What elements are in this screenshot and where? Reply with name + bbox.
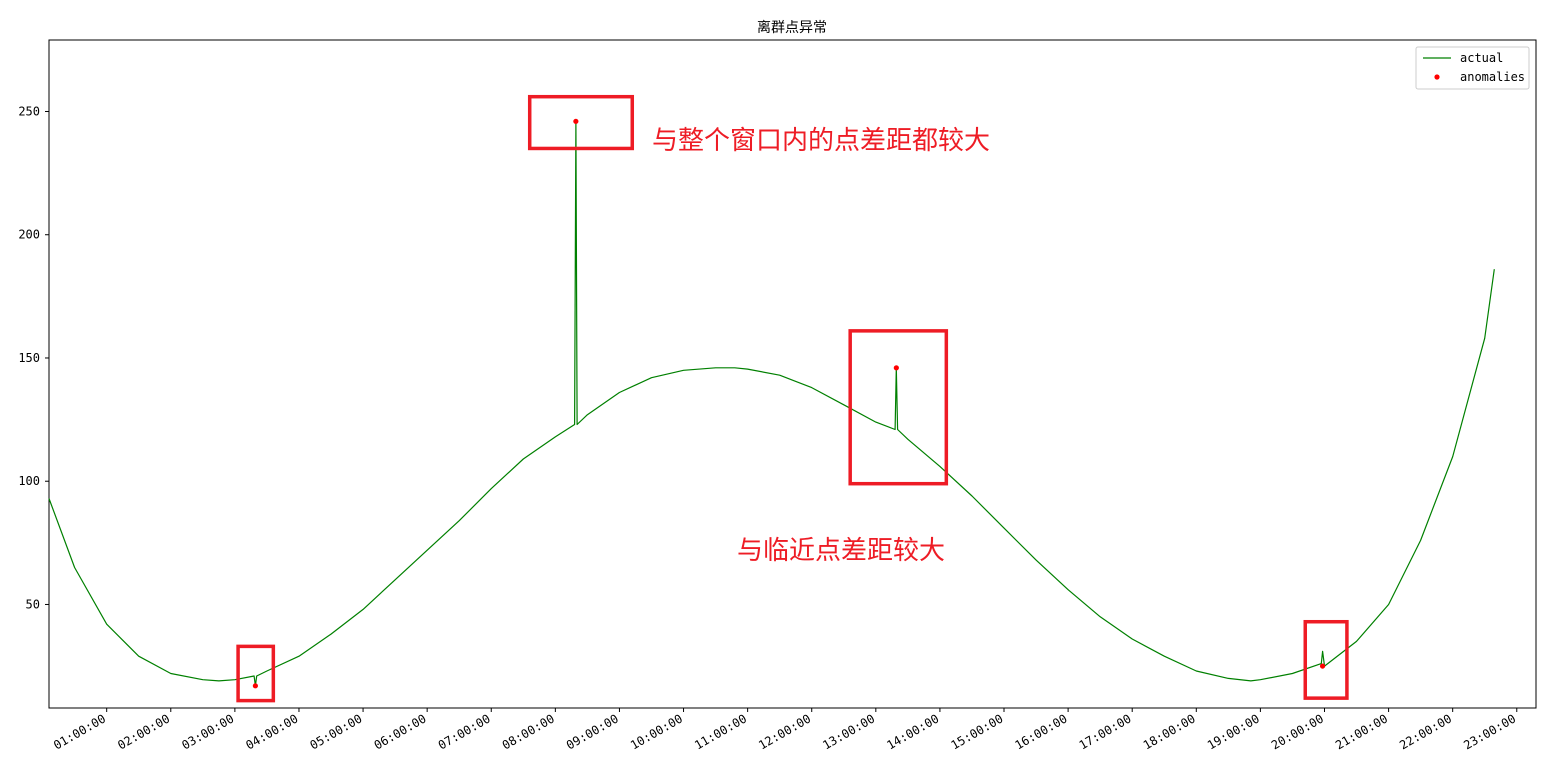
x-tick-label: 15:00:00: [948, 711, 1005, 752]
x-tick-label: 16:00:00: [1013, 711, 1070, 752]
x-tick-label: 23:00:00: [1461, 711, 1518, 752]
x-tick-label: 10:00:00: [628, 711, 685, 752]
annotation-global: 与整个窗口内的点差距都较大: [652, 126, 990, 156]
x-axis: 01:00:00 02:00:00 03:00:00 04:00:00 05:00:00…: [51, 708, 1518, 752]
y-tick-label: 200: [18, 228, 40, 242]
anomaly-point: [252, 683, 258, 689]
x-tick-label: 03:00:00: [179, 711, 236, 752]
y-axis: 50 100 150 200 250: [18, 104, 49, 611]
anomaly-point: [1319, 663, 1326, 669]
x-tick-label: 19:00:00: [1205, 711, 1262, 752]
x-tick-label: 12:00:00: [756, 711, 813, 752]
x-tick-label: 07:00:00: [436, 711, 493, 752]
y-tick-label: 50: [26, 597, 40, 611]
x-tick-label: 05:00:00: [308, 711, 365, 752]
x-tick-label: 06:00:00: [372, 711, 429, 752]
x-tick-label: 14:00:00: [884, 711, 941, 752]
x-tick-label: 21:00:00: [1333, 711, 1390, 752]
x-tick-label: 18:00:00: [1141, 711, 1198, 752]
legend: actual anomalies: [1415, 46, 1530, 90]
anomaly-point: [573, 118, 579, 124]
y-tick-label: 250: [18, 104, 40, 118]
x-tick-label: 01:00:00: [51, 711, 108, 752]
legend-label-anomalies: anomalies: [1460, 70, 1525, 84]
x-tick-label: 13:00:00: [820, 711, 877, 752]
legend-marker-anomalies: [1434, 74, 1440, 80]
legend-label-actual: actual: [1460, 51, 1503, 65]
chart-title: 离群点异常: [757, 19, 827, 36]
x-tick-label: 22:00:00: [1397, 711, 1454, 752]
x-tick-label: 02:00:00: [115, 711, 172, 752]
x-tick-label: 17:00:00: [1077, 711, 1134, 752]
anomaly-point: [893, 365, 899, 371]
x-tick-label: 04:00:00: [243, 711, 300, 752]
x-tick-label: 09:00:00: [564, 711, 621, 752]
chart: 离群点异常 50 100 150 200 250 01:00:00 02:00:00 03:…: [18, 19, 1537, 752]
x-tick-label: 20:00:00: [1269, 711, 1326, 752]
y-tick-label: 150: [18, 351, 40, 365]
x-tick-label: 11:00:00: [692, 711, 749, 752]
annotation-local: 与临近点差距较大: [737, 536, 945, 566]
x-tick-label: 08:00:00: [500, 711, 557, 752]
y-tick-label: 100: [18, 474, 40, 488]
